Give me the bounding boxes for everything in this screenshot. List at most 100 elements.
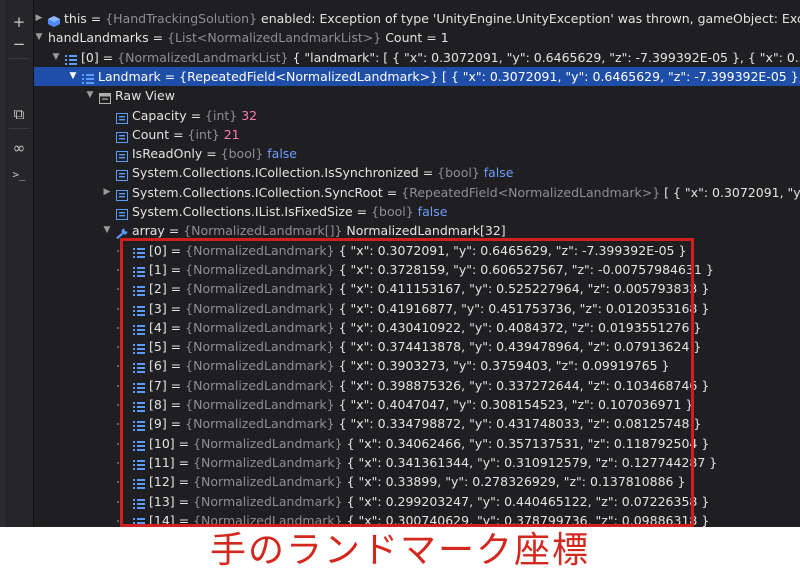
type-label: {bool}	[220, 146, 264, 162]
property-icon	[116, 187, 128, 201]
keyword-value: false	[263, 146, 297, 162]
tree-row[interactable]: ▼ handLandmarks = {List<NormalizedLandmar…	[34, 28, 800, 47]
list-icon	[133, 341, 145, 355]
tree-row[interactable]: ▼ Raw View	[34, 86, 800, 105]
tree-row[interactable]: System.Collections.IList.IsFixedSize = {…	[34, 202, 800, 221]
tree-row[interactable]: ▶ System.Collections.ICollection.SyncRoot…	[34, 183, 800, 202]
tree-row[interactable]: Count = {int} 21	[34, 125, 800, 144]
remove-watch-icon[interactable]: −	[7, 34, 31, 54]
tree-row-text: [2] = {NormalizedLandmark} { "x": 0.4111…	[149, 279, 709, 298]
value-text: { "x": 0.341361344, "y": 0.310912579, "z…	[342, 454, 718, 470]
tree-row[interactable]: [12] = {NormalizedLandmark} { "x": 0.338…	[34, 472, 800, 491]
tree-row[interactable]: [7] = {NormalizedLandmark} { "x": 0.3988…	[34, 376, 800, 395]
tree-row[interactable]: ▼ array = {NormalizedLandmark[]} Normaliz…	[34, 221, 800, 240]
tree-row[interactable]: Capacity = {int} 32	[34, 106, 800, 125]
value-text: { "x": 0.34062466, "y": 0.357137531, "z"…	[342, 435, 710, 451]
tree-row[interactable]: [13] = {NormalizedLandmark} { "x": 0.299…	[34, 492, 800, 511]
value-text: [3] =	[149, 300, 186, 316]
tree-row-text: [8] = {NormalizedLandmark} { "x": 0.4047…	[149, 395, 693, 414]
tree-row[interactable]: [11] = {NormalizedLandmark} { "x": 0.341…	[34, 453, 800, 472]
value-text: { "x": 0.430410922, "y": 0.4084372, "z":…	[334, 319, 702, 335]
value-text: [9] =	[149, 416, 186, 432]
value-text: { "x": 0.3728159, "y": 0.606527567, "z":…	[334, 261, 714, 277]
tree-row[interactable]: [14] = {NormalizedLandmark} { "x": 0.300…	[34, 511, 800, 527]
tree-row-text: Capacity = {int} 32	[132, 106, 257, 125]
tree-row[interactable]: ▶ this = {HandTrackingSolution} enabled: …	[34, 9, 800, 28]
tree-bullet	[117, 442, 119, 445]
type-label: {NormalizedLandmark}	[185, 339, 335, 355]
tree-row[interactable]: IsReadOnly = {bool} false	[34, 144, 800, 163]
tree-row[interactable]: [5] = {NormalizedLandmark} { "x": 0.3744…	[34, 337, 800, 356]
property-icon	[116, 110, 128, 124]
collapse-arrow-icon[interactable]: ▼	[34, 28, 44, 47]
value-text: [0] =	[81, 49, 118, 65]
list-icon	[133, 380, 145, 393]
tree-row-text: [13] = {NormalizedLandmark} { "x": 0.299…	[149, 492, 709, 511]
tree-row-text: System.Collections.ICollection.IsSynchro…	[132, 163, 513, 182]
tree-row[interactable]: [3] = {NormalizedLandmark} { "x": 0.4191…	[34, 299, 800, 318]
value-text: [13] =	[149, 493, 194, 509]
property-icon	[116, 167, 128, 182]
tree-row[interactable]: System.Collections.ICollection.IsSynchro…	[34, 163, 800, 182]
expand-arrow-icon[interactable]: ▶	[34, 9, 44, 28]
tree-row[interactable]: [9] = {NormalizedLandmark} { "x": 0.3347…	[34, 414, 800, 433]
value-text: NormalizedLandmark[32]	[342, 223, 506, 239]
terminal-icon[interactable]: >_	[7, 164, 31, 184]
tree-row-text: System.Collections.IList.IsFixedSize = {…	[132, 202, 447, 221]
tree-row[interactable]: [0] = {NormalizedLandmark} { "x": 0.3072…	[34, 241, 800, 260]
type-label: {HandTrackingSolution}	[105, 11, 258, 26]
tree-row[interactable]: [10] = {NormalizedLandmark} { "x": 0.340…	[34, 434, 800, 453]
value-text: { "x": 0.33899, "y": 0.278326929, "z": 0…	[342, 474, 686, 490]
value-text: [ { "x": 0.3072091, "y": 0.64	[664, 184, 800, 200]
tree-row[interactable]: [2] = {NormalizedLandmark} { "x": 0.4111…	[34, 279, 800, 298]
value-text: { "landmark": [ { "x": 0.3072091, "y": 0…	[288, 49, 800, 65]
tree-row[interactable]: ▼ [0] = {NormalizedLandmarkList} { "landm…	[34, 48, 800, 67]
collapse-arrow-icon[interactable]: ▼	[51, 48, 61, 67]
tree-row-text: [12] = {NormalizedLandmark} { "x": 0.338…	[149, 472, 685, 491]
copy-icon[interactable]: ⧉	[7, 104, 31, 124]
value-text: [12] =	[149, 474, 194, 490]
tree-row-text: [9] = {NormalizedLandmark} { "x": 0.3347…	[149, 414, 701, 433]
tree-bullet	[117, 249, 119, 252]
toolbar-separator	[9, 58, 29, 59]
list-icon	[133, 399, 145, 412]
tree-row-text: [10] = {NormalizedLandmark} { "x": 0.340…	[149, 434, 709, 453]
collapse-arrow-icon[interactable]: ▼	[68, 67, 78, 86]
value-text: System.Collections.ICollection.SyncRoot …	[132, 184, 402, 200]
tree-row-selected[interactable]: ▼ Landmark = {RepeatedField<NormalizedLan…	[34, 66, 800, 86]
list-icon	[133, 476, 145, 490]
type-label: {NormalizedLandmark}	[193, 435, 343, 451]
tree-row-text: Raw View	[115, 86, 175, 105]
tree-row-text: [0] = {NormalizedLandmark} { "x": 0.3072…	[149, 241, 686, 260]
value-text: [10] =	[149, 435, 194, 451]
collapse-arrow-icon[interactable]: ▼	[85, 86, 95, 105]
tree-row[interactable]: [1] = {NormalizedLandmark} { "x": 0.3728…	[34, 260, 800, 279]
value-text: { "x": 0.299203247, "y": 0.440465122, "z…	[342, 493, 710, 509]
glasses-icon[interactable]: ∞	[7, 138, 31, 158]
tree-row[interactable]: [6] = {NormalizedLandmark} { "x": 0.3903…	[34, 356, 800, 375]
list-icon	[133, 360, 145, 374]
property-icon	[116, 129, 128, 143]
type-label: {NormalizedLandmark}	[185, 281, 335, 297]
tree-row[interactable]: [4] = {NormalizedLandmark} { "x": 0.4304…	[34, 318, 800, 337]
tree-row[interactable]: [8] = {NormalizedLandmark} { "x": 0.4047…	[34, 395, 800, 414]
type-label: {bool}	[437, 165, 480, 181]
list-icon	[133, 418, 145, 432]
list-icon	[133, 303, 145, 316]
type-label: {bool}	[371, 204, 414, 219]
expand-arrow-icon[interactable]: ▶	[102, 183, 112, 202]
type-label: {NormalizedLandmark}	[185, 377, 335, 393]
toolbar-separator	[9, 128, 29, 129]
raw-view-icon	[99, 90, 111, 105]
property-icon	[116, 206, 128, 220]
add-watch-icon[interactable]: +	[7, 12, 31, 32]
value-text: { "x": 0.374413878, "y": 0.439478964, "z…	[334, 339, 702, 355]
tree-row-text: [0] = {NormalizedLandmarkList} { "landma…	[81, 48, 800, 67]
type-label: {NormalizedLandmark}	[185, 242, 335, 258]
tree-bullet	[117, 365, 119, 368]
collapse-arrow-icon[interactable]: ▼	[102, 221, 112, 240]
list-icon	[133, 496, 145, 509]
value-text: [7] =	[149, 377, 186, 393]
keyword-value: false	[479, 165, 514, 181]
type-label: {NormalizedLandmark}	[193, 493, 343, 509]
